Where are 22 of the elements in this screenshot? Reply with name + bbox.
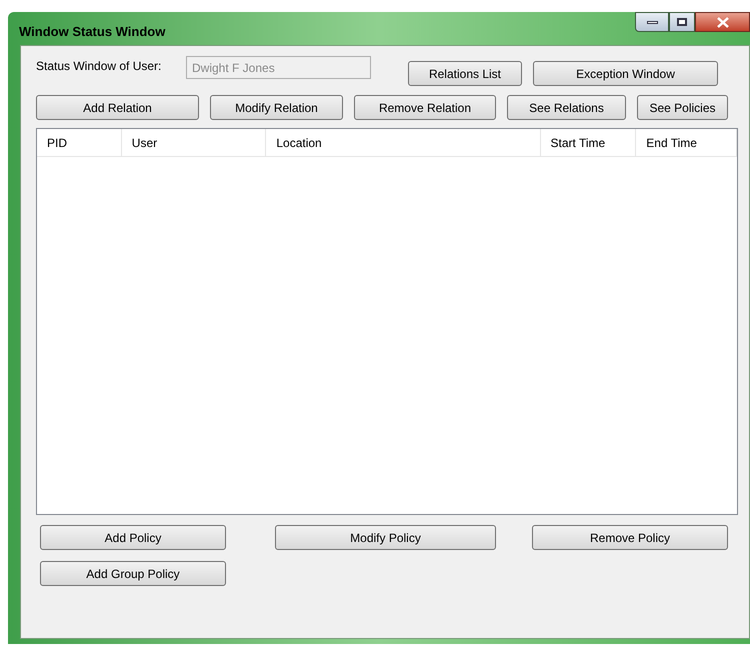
maximize-button[interactable] bbox=[669, 12, 695, 32]
action-button[interactable]: Relations List bbox=[408, 61, 522, 86]
close-icon bbox=[716, 16, 728, 28]
action-button[interactable]: See Policies bbox=[637, 95, 728, 120]
action-button[interactable]: Add Relation bbox=[36, 95, 199, 120]
action-button[interactable]: Exception Window bbox=[533, 61, 718, 86]
close-button[interactable] bbox=[695, 12, 750, 32]
window-title: Window Status Window bbox=[19, 23, 166, 41]
action-button[interactable]: Add Policy bbox=[40, 525, 226, 550]
action-button[interactable]: Remove Relation bbox=[354, 95, 496, 120]
action-button[interactable]: Remove Policy bbox=[532, 525, 728, 550]
column-header[interactable]: PID bbox=[37, 129, 122, 156]
action-button[interactable]: Modify Policy bbox=[275, 525, 496, 550]
user-label: Status Window of User: bbox=[36, 58, 162, 75]
action-button[interactable]: See Relations bbox=[507, 95, 626, 120]
column-header[interactable]: Start Time bbox=[540, 129, 636, 156]
action-button[interactable]: Add Group Policy bbox=[40, 561, 226, 586]
action-button[interactable]: Modify Relation bbox=[210, 95, 343, 120]
column-header[interactable]: End Time bbox=[636, 129, 737, 156]
minimize-button[interactable] bbox=[635, 12, 669, 32]
column-header[interactable]: Location bbox=[266, 129, 541, 156]
column-header[interactable]: User bbox=[122, 129, 266, 156]
